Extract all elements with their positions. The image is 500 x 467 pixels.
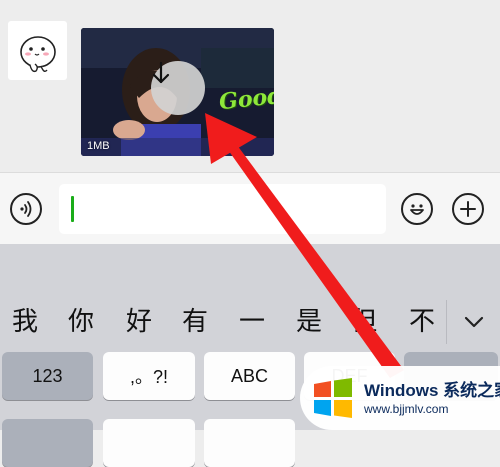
image-message[interactable]: Good 1MB <box>81 28 274 156</box>
key-abc[interactable]: ABC <box>204 352 295 400</box>
watermark-url: www.bjjmlv.com <box>364 402 449 416</box>
input-bar <box>0 172 500 245</box>
sticker-avatar-icon <box>20 36 56 73</box>
watermark: Windows 系统之家 www.bjjmlv.com <box>300 366 500 430</box>
candidate-word[interactable]: 但 <box>342 300 386 344</box>
key-123[interactable]: 123 <box>2 352 93 400</box>
candidate-word[interactable]: 有 <box>173 300 217 344</box>
candidate-word[interactable]: 好 <box>117 300 161 344</box>
candidate-word[interactable]: 是 <box>287 300 331 344</box>
chat-area: Good 1MB <box>0 0 500 172</box>
key-row-next[interactable] <box>2 419 93 467</box>
windows-logo-icon <box>314 378 352 418</box>
download-button[interactable] <box>151 61 205 115</box>
watermark-brand: Windows 系统之家 <box>364 381 500 400</box>
download-icon <box>152 61 170 84</box>
plus-icon <box>460 201 476 217</box>
emoji-icon <box>410 204 424 215</box>
text-caret <box>71 196 74 222</box>
key-punctuation[interactable]: ,。?! <box>103 352 195 400</box>
candidate-bar: 我 你 好 有 一 是 但 不 <box>0 300 500 344</box>
voice-icon <box>20 201 32 217</box>
key-row-next[interactable] <box>103 419 195 467</box>
expand-candidates-button[interactable] <box>446 300 500 344</box>
more-button[interactable] <box>452 193 484 225</box>
voice-button[interactable] <box>10 193 42 225</box>
file-size-label: 1MB <box>87 140 110 152</box>
candidate-word[interactable]: 我 <box>3 300 47 344</box>
emoji-button[interactable] <box>401 193 433 225</box>
candidate-word[interactable]: 一 <box>230 300 274 344</box>
chevron-down-icon <box>464 316 484 328</box>
key-row-next[interactable] <box>204 419 295 467</box>
message-input[interactable] <box>59 184 386 234</box>
candidate-word[interactable]: 你 <box>59 300 103 344</box>
candidate-word[interactable]: 不 <box>400 300 444 344</box>
sticker-caption: Good <box>217 82 274 116</box>
avatar[interactable] <box>8 21 67 80</box>
